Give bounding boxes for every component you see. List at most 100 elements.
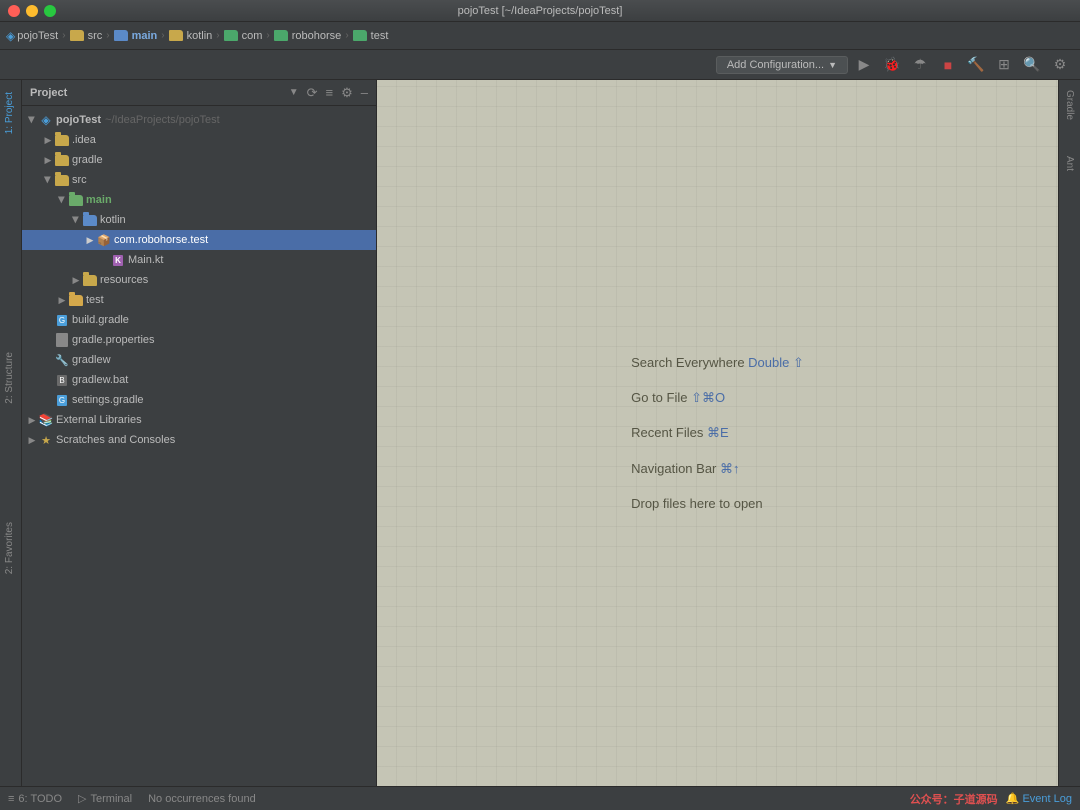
run-button[interactable]: ▶ bbox=[852, 53, 876, 77]
tree-item-test-folder[interactable]: ▶ test bbox=[22, 290, 376, 310]
maximize-button[interactable] bbox=[44, 5, 56, 17]
tree-item-package[interactable]: ▶ 📦 com.robohorse.test bbox=[22, 230, 376, 250]
status-right-area: 公众号：子道源码 🔔 Event Log bbox=[910, 791, 1072, 807]
terminal-icon: ▷ bbox=[78, 792, 86, 805]
nav-sep-6: › bbox=[345, 30, 348, 41]
folder-icon bbox=[70, 30, 84, 41]
minimize-button[interactable] bbox=[26, 5, 38, 17]
sdk-button[interactable]: ⊞ bbox=[992, 53, 1016, 77]
nav-item-kotlin[interactable]: kotlin bbox=[169, 30, 213, 42]
nav-item-main[interactable]: main bbox=[114, 30, 158, 42]
tree-item-label: build.gradle bbox=[72, 314, 129, 326]
folder-icon bbox=[353, 30, 367, 41]
sidebar-tab-favorites[interactable]: 2: Favorites bbox=[0, 514, 21, 582]
project-panel-title: Project bbox=[30, 87, 281, 99]
folder-source-icon bbox=[68, 192, 84, 208]
bat-icon: B bbox=[54, 372, 70, 388]
tree-view[interactable]: ▶ ◈ pojoTest ~/IdeaProjects/pojoTest ▶ .… bbox=[22, 106, 376, 786]
right-tab-gradle[interactable]: Gradle bbox=[1062, 84, 1077, 126]
left-sidebar: 1: Project 2: Structure 2: Favorites bbox=[0, 80, 22, 786]
tree-item-gradlew[interactable]: ▶ 🔧 gradlew bbox=[22, 350, 376, 370]
hint-drop-files: Drop files here to open bbox=[631, 492, 804, 515]
gradle-icon: G bbox=[54, 392, 70, 408]
tree-item-mainkt[interactable]: ▶ K Main.kt bbox=[22, 250, 376, 270]
event-log-text[interactable]: 🔔 Event Log bbox=[1006, 792, 1072, 805]
sidebar-tab-structure[interactable]: 2: Structure bbox=[0, 344, 21, 412]
settings-icon[interactable]: ⚙ bbox=[341, 85, 353, 101]
tree-item-settings-gradle[interactable]: ▶ G settings.gradle bbox=[22, 390, 376, 410]
tree-arrow: ▶ bbox=[42, 174, 54, 186]
build-button[interactable]: 🔨 bbox=[964, 53, 988, 77]
folder-blue-icon bbox=[114, 30, 128, 41]
todo-label: 6: TODO bbox=[18, 793, 62, 805]
window-controls bbox=[8, 5, 56, 17]
tree-arrow: ▶ bbox=[56, 194, 68, 206]
status-bar: ≡ 6: TODO ▷ Terminal No occurrences foun… bbox=[0, 786, 1080, 810]
nav-item-src[interactable]: src bbox=[70, 30, 103, 42]
sync-icon[interactable]: ⟳ bbox=[307, 85, 318, 101]
nav-item-robohorse[interactable]: robohorse bbox=[274, 30, 342, 42]
hint-goto-file: Go to File ⇧⌘O bbox=[631, 386, 804, 409]
project-icon: ◈ bbox=[6, 29, 15, 43]
editor-area: Search Everywhere Double ⇧ Go to File ⇧⌘… bbox=[377, 80, 1058, 786]
add-config-label: Add Configuration... bbox=[727, 59, 824, 71]
coverage-button[interactable]: ☂ bbox=[908, 53, 932, 77]
tree-item-main[interactable]: ▶ main bbox=[22, 190, 376, 210]
tree-item-external-libs[interactable]: ▶ 📚 External Libraries bbox=[22, 410, 376, 430]
tree-item-root[interactable]: ▶ ◈ pojoTest ~/IdeaProjects/pojoTest bbox=[22, 110, 376, 130]
nav-label: com bbox=[242, 30, 263, 42]
status-todo[interactable]: ≡ 6: TODO bbox=[8, 793, 62, 805]
tree-item-label: kotlin bbox=[100, 214, 126, 226]
nav-label: kotlin bbox=[187, 30, 213, 42]
tree-item-label: settings.gradle bbox=[72, 394, 144, 406]
tree-item-src[interactable]: ▶ src bbox=[22, 170, 376, 190]
script-icon: 🔧 bbox=[54, 352, 70, 368]
tree-item-label: pojoTest bbox=[56, 114, 101, 126]
right-side-tabs: Gradle Ant bbox=[1058, 80, 1080, 786]
sidebar-tab-project[interactable]: 1: Project bbox=[0, 84, 21, 142]
close-panel-icon[interactable]: – bbox=[361, 85, 368, 100]
project-root-icon: ◈ bbox=[38, 112, 54, 128]
status-terminal[interactable]: ▷ Terminal bbox=[78, 792, 132, 805]
add-configuration-button[interactable]: Add Configuration... ▼ bbox=[716, 56, 848, 74]
tree-item-gradlew-bat[interactable]: ▶ B gradlew.bat bbox=[22, 370, 376, 390]
tree-item-label: test bbox=[86, 294, 104, 306]
tree-item-resources[interactable]: ▶ resources bbox=[22, 270, 376, 290]
scratches-icon: ★ bbox=[38, 432, 54, 448]
tree-item-kotlin[interactable]: ▶ kotlin bbox=[22, 210, 376, 230]
watermark-text: 公众号：子道源码 bbox=[910, 791, 998, 807]
tree-arrow: ▶ bbox=[56, 294, 68, 306]
tree-item-build-gradle[interactable]: ▶ G build.gradle bbox=[22, 310, 376, 330]
settings-button[interactable]: ⚙ bbox=[1048, 53, 1072, 77]
no-occurrences-text: No occurrences found bbox=[148, 793, 256, 805]
tree-item-scratches[interactable]: ▶ ★ Scratches and Consoles bbox=[22, 430, 376, 450]
stop-button[interactable]: ■ bbox=[936, 53, 960, 77]
tree-item-gradle[interactable]: ▶ gradle bbox=[22, 150, 376, 170]
tree-item-gradle-props[interactable]: ▶ gradle.properties bbox=[22, 330, 376, 350]
right-tab-ant[interactable]: Ant bbox=[1062, 150, 1077, 177]
status-no-occurrences: No occurrences found bbox=[148, 793, 256, 805]
search-button[interactable]: 🔍 bbox=[1020, 53, 1044, 77]
nav-bar: ◈ pojoTest › src › main › kotlin › com ›… bbox=[0, 22, 1080, 50]
todo-icon: ≡ bbox=[8, 793, 14, 805]
nav-item-com[interactable]: com bbox=[224, 30, 263, 42]
kotlin-file-icon: K bbox=[110, 252, 126, 268]
folder-icon bbox=[169, 30, 183, 41]
collapse-icon[interactable]: ≡ bbox=[326, 85, 334, 100]
folder-icon bbox=[68, 292, 84, 308]
nav-sep-1: › bbox=[62, 30, 65, 41]
tree-arrow: ▶ bbox=[26, 114, 38, 126]
debug-button[interactable]: 🐞 bbox=[880, 53, 904, 77]
nav-item-test[interactable]: test bbox=[353, 30, 389, 42]
title-bar: pojoTest [~/IdeaProjects/pojoTest] bbox=[0, 0, 1080, 22]
tree-item-label: gradlew.bat bbox=[72, 374, 128, 386]
close-button[interactable] bbox=[8, 5, 20, 17]
editor-content: Search Everywhere Double ⇧ Go to File ⇧⌘… bbox=[611, 331, 824, 536]
tree-arrow: ▶ bbox=[84, 234, 96, 246]
nav-label: test bbox=[371, 30, 389, 42]
nav-item-pojotest[interactable]: ◈ pojoTest bbox=[6, 29, 58, 43]
library-icon: 📚 bbox=[38, 412, 54, 428]
tree-arrow: ▶ bbox=[70, 214, 82, 226]
tree-item-idea[interactable]: ▶ .idea bbox=[22, 130, 376, 150]
nav-sep-2: › bbox=[106, 30, 109, 41]
